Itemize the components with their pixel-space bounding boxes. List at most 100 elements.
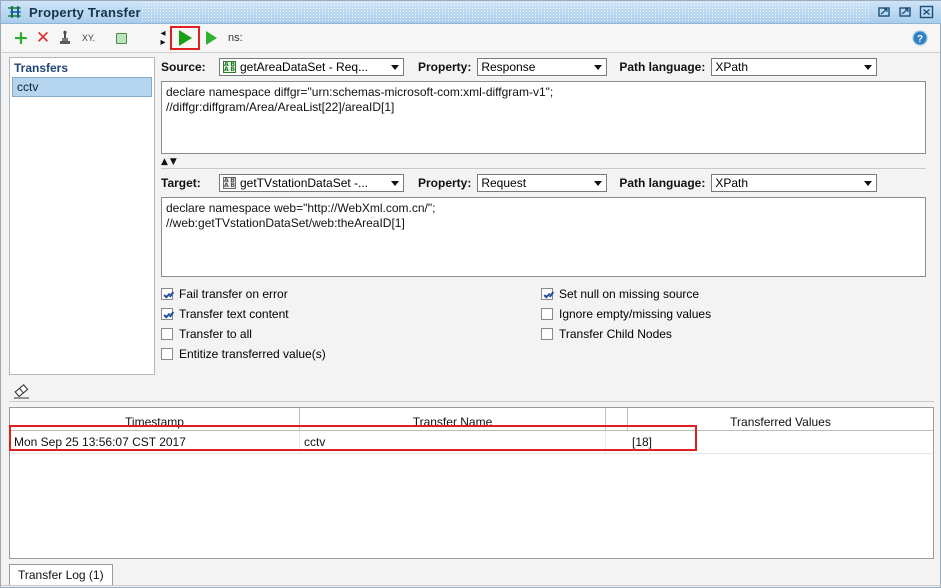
option-label: Set null on missing source bbox=[559, 287, 700, 301]
transfer-editor: Source: ABAB getAreaDataSet - Req... Pro… bbox=[161, 57, 934, 375]
checkbox[interactable] bbox=[161, 348, 173, 360]
source-step-value: getAreaDataSet - Req... bbox=[240, 60, 369, 74]
checkbox[interactable] bbox=[541, 288, 553, 300]
transfers-list: cctv bbox=[12, 77, 152, 97]
xy-label: XY. bbox=[81, 33, 96, 43]
cell-transfer-name: cctv bbox=[300, 431, 606, 453]
option-label: Transfer Child Nodes bbox=[559, 327, 672, 341]
option-label: Transfer text content bbox=[179, 307, 289, 321]
close-x-icon: ✕ bbox=[35, 27, 51, 48]
play-icon bbox=[178, 30, 192, 46]
option-label: Fail transfer on error bbox=[179, 287, 288, 301]
target-step-select[interactable]: ABAB getTVstationDataSet -... bbox=[219, 174, 404, 192]
toolbar: + ✕ XY. ◂ ▸ ns: ? bbox=[2, 24, 940, 53]
source-path-language-select[interactable]: XPath bbox=[711, 58, 878, 76]
list-item[interactable]: cctv bbox=[12, 77, 152, 97]
run-all-transfers-button[interactable] bbox=[202, 27, 220, 49]
option-ignore-empty-missing-values[interactable]: Ignore empty/missing values bbox=[541, 307, 711, 321]
teststep-icon: ABAB bbox=[223, 61, 236, 73]
title-bar: Property Transfer bbox=[1, 1, 941, 24]
options-column-left: Fail transfer on error Transfer text con… bbox=[161, 287, 541, 361]
source-property-select[interactable]: Response bbox=[477, 58, 608, 76]
checkbox[interactable] bbox=[541, 308, 553, 320]
window-title: Property Transfer bbox=[29, 4, 141, 20]
checkbox[interactable] bbox=[161, 308, 173, 320]
options-column-right: Set null on missing source Ignore empty/… bbox=[541, 287, 711, 361]
option-transfer-text-content[interactable]: Transfer text content bbox=[161, 307, 541, 321]
delete-transfer-button[interactable]: ✕ bbox=[32, 27, 54, 49]
cell-timestamp: Mon Sep 25 13:56:07 CST 2017 bbox=[10, 431, 300, 453]
target-property-select[interactable]: Request bbox=[477, 174, 608, 192]
target-path-language-select[interactable]: XPath bbox=[711, 174, 878, 192]
property-transfer-window: Property Transfer + ✕ XY. ◂ ▸ ns: ? Tran… bbox=[0, 0, 941, 588]
window-buttons bbox=[877, 5, 934, 19]
caret-down-icon: ▼ bbox=[169, 156, 177, 167]
source-property-value: Response bbox=[481, 60, 536, 74]
splitter-handle[interactable]: ▲ ▼ bbox=[161, 156, 926, 169]
transfers-panel: Transfers cctv bbox=[9, 57, 155, 375]
log-toolbar bbox=[9, 381, 934, 402]
chevron-down-icon bbox=[594, 65, 603, 70]
source-step-select[interactable]: ABAB getAreaDataSet - Req... bbox=[219, 58, 404, 76]
option-set-null-on-missing-source[interactable]: Set null on missing source bbox=[541, 287, 711, 301]
source-row: Source: ABAB getAreaDataSet - Req... Pro… bbox=[161, 57, 934, 77]
option-label: Transfer to all bbox=[179, 327, 252, 341]
target-property-label: Property: bbox=[418, 176, 472, 190]
chevron-down-icon bbox=[864, 65, 873, 70]
property-transfer-icon bbox=[7, 5, 23, 19]
option-entitize-transferred-values[interactable]: Entitize transferred value(s) bbox=[161, 347, 541, 361]
prev-next-arrows-icon[interactable]: ◂ ▸ bbox=[158, 27, 168, 49]
run-transfer-button[interactable] bbox=[170, 26, 200, 50]
column-header-values[interactable] bbox=[606, 408, 628, 430]
table-row[interactable]: Mon Sep 25 13:56:07 CST 2017 cctv [18] bbox=[10, 431, 933, 454]
bottom-divider bbox=[1, 585, 941, 586]
teststep-icon: ABAB bbox=[223, 177, 236, 189]
transfer-options: Fail transfer on error Transfer text con… bbox=[161, 287, 934, 361]
transfers-header: Transfers bbox=[14, 61, 69, 75]
chevron-down-icon bbox=[594, 181, 603, 186]
column-header-transferred-values[interactable]: Transferred Values bbox=[628, 408, 933, 430]
bottom-tab-bar: Transfer Log (1) bbox=[9, 564, 113, 586]
chevron-down-icon bbox=[864, 181, 873, 186]
source-property-label: Property: bbox=[418, 60, 472, 74]
minimize-button[interactable] bbox=[877, 5, 892, 19]
tab-transfer-log[interactable]: Transfer Log (1) bbox=[9, 564, 113, 585]
table-header: Timestamp Transfer Name Transferred Valu… bbox=[10, 408, 933, 431]
eraser-icon[interactable] bbox=[13, 383, 30, 399]
target-label: Target: bbox=[161, 176, 201, 190]
cell-values-spacer bbox=[606, 431, 628, 453]
source-expression-editor[interactable]: declare namespace diffgr="urn:schemas-mi… bbox=[161, 81, 926, 154]
ns-label: ns: bbox=[228, 32, 243, 44]
checkbox[interactable] bbox=[161, 288, 173, 300]
add-transfer-button[interactable]: + bbox=[10, 27, 32, 49]
stamp-icon[interactable] bbox=[54, 27, 76, 49]
target-expression-editor[interactable]: declare namespace web="http://WebXml.com… bbox=[161, 197, 926, 277]
option-label: Ignore empty/missing values bbox=[559, 307, 712, 321]
close-button[interactable] bbox=[919, 5, 934, 19]
checkbox[interactable] bbox=[161, 328, 173, 340]
source-path-language-label: Path language: bbox=[619, 60, 706, 74]
option-transfer-child-nodes[interactable]: Transfer Child Nodes bbox=[541, 327, 711, 341]
green-square-icon[interactable] bbox=[110, 27, 132, 49]
source-label: Source: bbox=[161, 60, 206, 74]
title-bar-fill bbox=[140, 1, 871, 23]
option-transfer-to-all[interactable]: Transfer to all bbox=[161, 327, 541, 341]
transfer-log-table: Timestamp Transfer Name Transferred Valu… bbox=[9, 407, 934, 559]
target-path-language-value: XPath bbox=[715, 176, 749, 190]
chevron-down-icon bbox=[391, 181, 399, 186]
option-fail-transfer-on-error[interactable]: Fail transfer on error bbox=[161, 287, 541, 301]
target-step-value: getTVstationDataSet -... bbox=[240, 176, 369, 190]
target-property-value: Request bbox=[481, 176, 527, 190]
column-header-transfer-name[interactable]: Transfer Name bbox=[300, 408, 606, 430]
play-outline-icon bbox=[205, 31, 217, 45]
target-row: Target: ABAB getTVstationDataSet -... Pr… bbox=[161, 173, 934, 193]
checkbox[interactable] bbox=[541, 328, 553, 340]
target-path-language-label: Path language: bbox=[619, 176, 706, 190]
help-icon[interactable]: ? bbox=[912, 30, 928, 46]
option-label: Entitize transferred value(s) bbox=[179, 347, 326, 361]
column-header-timestamp[interactable]: Timestamp bbox=[10, 408, 300, 430]
caret-up-icon: ▲ bbox=[161, 156, 168, 167]
cell-values: [18] bbox=[632, 435, 653, 449]
maximize-button[interactable] bbox=[898, 5, 913, 19]
xy-transfer-button[interactable]: XY. bbox=[76, 27, 100, 49]
